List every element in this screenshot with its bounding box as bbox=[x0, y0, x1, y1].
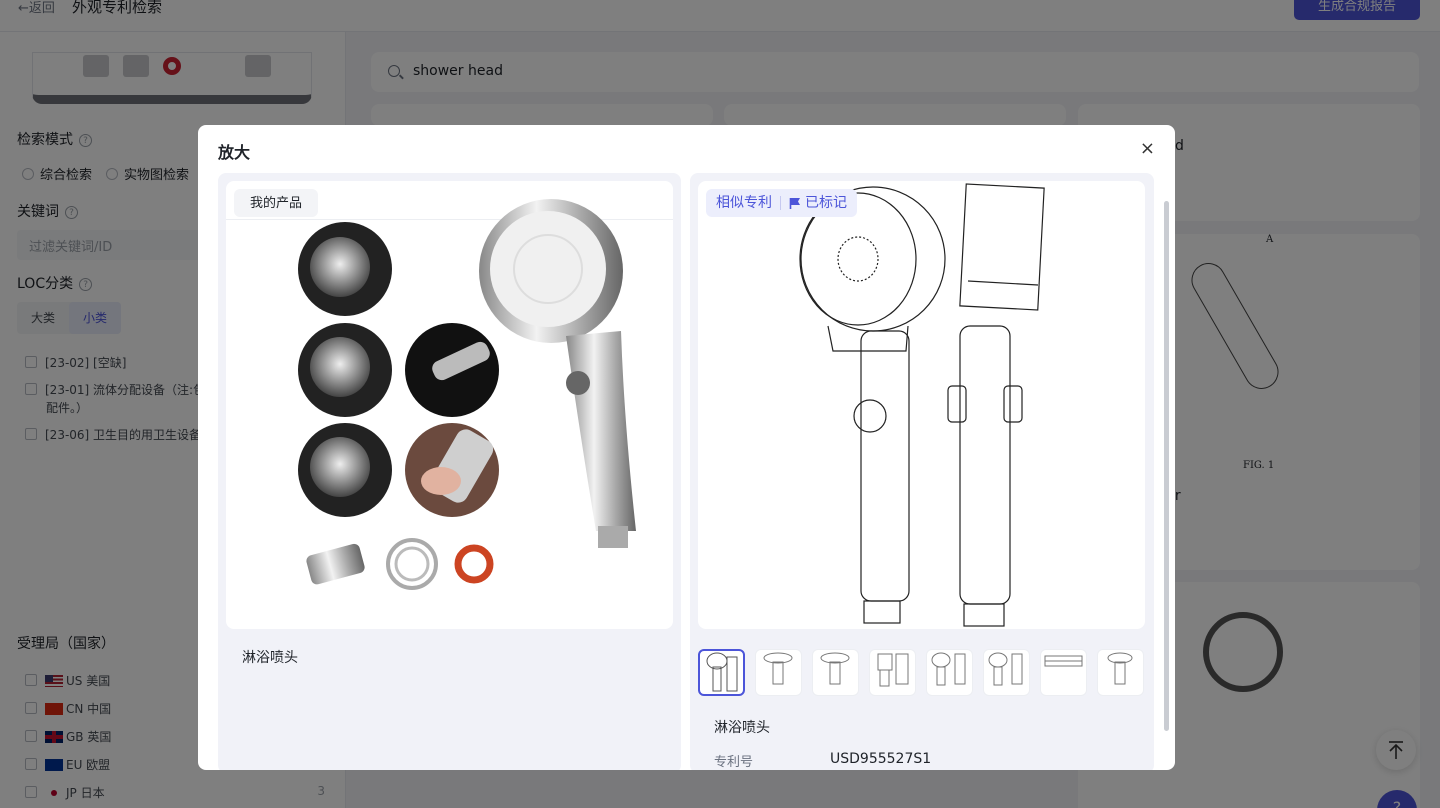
patent-thumbnail[interactable] bbox=[698, 649, 745, 696]
close-icon[interactable]: × bbox=[1140, 139, 1155, 159]
patent-drawing bbox=[799, 183, 1045, 627]
patent-image[interactable]: 相似专利 已标记 bbox=[698, 181, 1145, 629]
patent-thumbnail[interactable] bbox=[755, 649, 802, 696]
my-product-panel: 我的产品 淋浴喷头 bbox=[218, 173, 681, 770]
patent-thumbnail[interactable] bbox=[812, 649, 859, 696]
patent-number: USD955527S1 bbox=[830, 751, 932, 767]
modal-scrollbar[interactable] bbox=[1164, 201, 1169, 731]
patent-thumbnail[interactable] bbox=[1097, 649, 1144, 696]
similar-patent-tag[interactable]: 相似专利 bbox=[716, 189, 772, 218]
product-image[interactable]: 我的产品 bbox=[226, 181, 673, 629]
patent-thumbnail[interactable] bbox=[1040, 649, 1087, 696]
product-photo bbox=[298, 199, 636, 590]
modal-title: 放大 bbox=[218, 143, 251, 162]
patent-name: 淋浴喷头 bbox=[714, 720, 770, 736]
flag-icon bbox=[789, 197, 801, 210]
product-name: 淋浴喷头 bbox=[242, 650, 298, 666]
marked-tag[interactable]: 已标记 bbox=[805, 189, 847, 218]
divider bbox=[780, 196, 781, 210]
patent-thumbnails bbox=[698, 649, 1144, 696]
similar-patent-panel: 相似专利 已标记 淋浴喷头 专利号 USD955527S1 bbox=[690, 173, 1154, 770]
patent-thumbnail[interactable] bbox=[926, 649, 973, 696]
patent-thumbnail[interactable] bbox=[869, 649, 916, 696]
patent-number-label: 专利号 bbox=[714, 755, 754, 770]
patent-tags: 相似专利 已标记 bbox=[706, 189, 857, 217]
zoom-modal: 放大 × 我的产品 淋浴喷头 相似专利 已标记 淋浴喷头 专利号 USD9555… bbox=[198, 125, 1175, 770]
patent-thumbnail[interactable] bbox=[983, 649, 1030, 696]
